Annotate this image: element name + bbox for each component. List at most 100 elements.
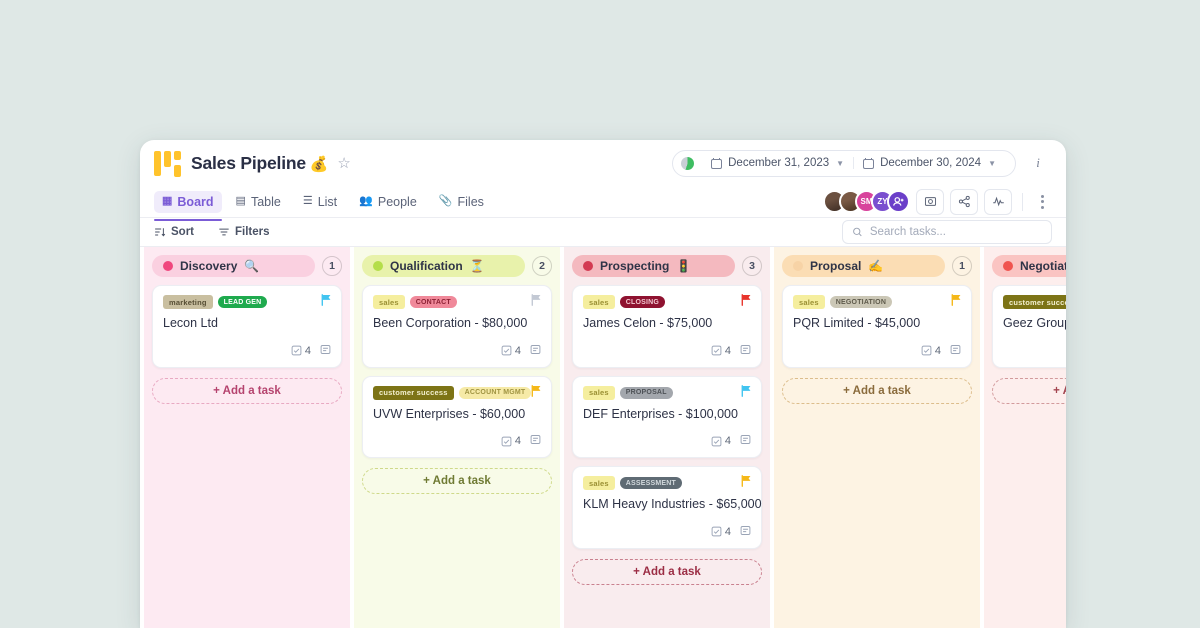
money-bag-icon: 💰 xyxy=(309,155,329,173)
card-tag[interactable]: sales xyxy=(373,295,405,309)
subtask-count: 4 xyxy=(711,345,731,357)
card-tag[interactable]: sales xyxy=(583,476,615,491)
task-card[interactable]: customer success Geez Group 4 xyxy=(992,285,1066,368)
column-emoji-icon: ⏳ xyxy=(469,259,485,273)
task-card[interactable]: sales CONTACT Been Corporation - $80,000 … xyxy=(362,285,552,368)
card-title: Lecon Ltd xyxy=(163,316,218,330)
divider xyxy=(1022,192,1023,211)
info-button[interactable]: i xyxy=(1024,149,1052,177)
task-card[interactable]: sales ASSESSMENT KLM Heavy Industries - $… xyxy=(572,466,762,549)
card-tag-list: customer success xyxy=(1003,295,1066,309)
add-task-button[interactable]: + Add a task xyxy=(992,377,1066,404)
flag-icon[interactable] xyxy=(531,294,542,306)
card-tag[interactable]: CLOSING xyxy=(619,296,666,308)
sort-button[interactable]: Sort xyxy=(154,226,194,238)
tab-files[interactable]: 📎 Files xyxy=(431,191,492,213)
card-tag-list: customer success ACCOUNT MGMT xyxy=(373,385,541,400)
flag-icon[interactable] xyxy=(321,294,332,306)
column-title-pill[interactable]: Prospecting 🚦 xyxy=(572,255,735,277)
board-title-text: Sales Pipeline xyxy=(191,152,306,173)
task-card[interactable]: sales NEGOTIATION PQR Limited - $45,000 4 xyxy=(782,285,972,368)
column-title-pill[interactable]: Proposal ✍️ xyxy=(782,255,945,277)
card-tag[interactable]: ASSESSMENT xyxy=(619,477,683,490)
tab-people-label: People xyxy=(377,194,417,209)
board-column: Negotiation customer success Geez Group … xyxy=(984,247,1066,628)
description-icon xyxy=(530,342,541,360)
sort-label: Sort xyxy=(171,226,194,238)
column-header: Qualification ⏳ 2 xyxy=(362,255,552,277)
status-dot-icon xyxy=(583,261,593,271)
column-emoji-icon: 🚦 xyxy=(676,259,692,273)
task-card[interactable]: marketing LEAD GEN Lecon Ltd 4 xyxy=(152,285,342,368)
card-tag[interactable]: sales xyxy=(583,385,615,400)
favorite-star-icon[interactable]: ☆ xyxy=(337,156,350,171)
subtask-count-value: 4 xyxy=(934,344,941,357)
column-title-pill[interactable]: Discovery 🔍 xyxy=(152,255,315,277)
flag-icon[interactable] xyxy=(951,294,962,306)
column-title-pill[interactable]: Qualification ⏳ xyxy=(362,255,525,277)
card-tag-list: sales CONTACT xyxy=(373,295,541,309)
app-window: Sales Pipeline 💰 ☆ December 31, 2023 ▼ De… xyxy=(140,140,1066,628)
flag-icon[interactable] xyxy=(741,294,752,306)
task-card[interactable]: customer success ACCOUNT MGMT UVW Enterpr… xyxy=(362,375,552,459)
task-card[interactable]: sales PROPOSAL DEF Enterprises - $100,000… xyxy=(572,375,762,459)
tab-table[interactable]: ▤ Table xyxy=(228,191,289,213)
subtask-count-value: 4 xyxy=(514,435,521,448)
chevron-down-icon: ▼ xyxy=(988,158,996,168)
share-button[interactable] xyxy=(950,188,978,215)
card-tag[interactable]: sales xyxy=(793,295,825,309)
calendar-icon xyxy=(711,157,723,169)
start-date-label: December 31, 2023 xyxy=(728,157,830,169)
search-input[interactable] xyxy=(869,226,1042,238)
start-date-picker[interactable]: December 31, 2023 ▼ xyxy=(702,157,853,169)
subtask-count-value: 4 xyxy=(724,525,731,538)
filters-label: Filters xyxy=(235,226,270,238)
subtask-count: 4 xyxy=(291,345,311,357)
subtask-count-value: 4 xyxy=(724,435,731,448)
add-member-button[interactable] xyxy=(887,190,910,213)
gallery-button[interactable] xyxy=(916,188,944,215)
add-task-button[interactable]: + Add a task xyxy=(572,558,762,585)
chevron-down-icon: ▼ xyxy=(836,158,845,168)
tab-people[interactable]: 👥 People xyxy=(351,191,425,213)
card-tag[interactable]: customer success xyxy=(1003,295,1066,309)
task-card[interactable]: sales CLOSING James Celon - $75,000 4 xyxy=(572,285,762,368)
board-column: Qualification ⏳ 2 sales CONTACT Been Corp… xyxy=(354,247,560,628)
card-tag[interactable]: ACCOUNT MGMT xyxy=(458,386,532,399)
paperclip-icon: 📎 xyxy=(438,195,453,207)
more-options-button[interactable] xyxy=(1033,189,1052,215)
board-icon: ▦ xyxy=(162,195,173,207)
end-date-picker[interactable]: December 30, 2024 ▼ xyxy=(853,157,1005,169)
tab-board[interactable]: ▦ Board xyxy=(154,190,222,221)
card-footer: 4 xyxy=(583,432,751,450)
add-task-button[interactable]: + Add a task xyxy=(782,377,972,404)
flag-icon[interactable] xyxy=(741,475,752,488)
app-header: Sales Pipeline 💰 ☆ December 31, 2023 ▼ De… xyxy=(140,140,1066,186)
filters-button[interactable]: Filters xyxy=(218,226,270,238)
description-icon xyxy=(320,342,331,360)
search-box[interactable] xyxy=(842,220,1052,244)
flag-icon[interactable] xyxy=(741,384,752,397)
app-logo-icon xyxy=(154,151,181,177)
column-count-badge: 3 xyxy=(742,256,762,276)
add-task-button[interactable]: + Add a task xyxy=(362,468,552,495)
card-tag[interactable]: NEGOTIATION xyxy=(829,296,893,308)
description-icon xyxy=(740,342,751,360)
column-title-pill[interactable]: Negotiation xyxy=(992,255,1066,277)
activity-button[interactable] xyxy=(984,188,1012,215)
card-title: UVW Enterprises - $60,000 xyxy=(373,406,526,421)
card-tag[interactable]: CONTACT xyxy=(409,296,457,308)
card-tag[interactable]: customer success xyxy=(373,385,454,400)
kanban-board: Discovery 🔍 1 marketing LEAD GEN Lecon Lt… xyxy=(140,247,1066,628)
add-task-button[interactable]: + Add a task xyxy=(152,377,342,404)
card-tag-list: sales CLOSING xyxy=(583,295,751,309)
card-tag[interactable]: marketing xyxy=(163,295,213,309)
tab-list[interactable]: ☰ List xyxy=(295,191,345,213)
column-title: Proposal xyxy=(810,259,862,273)
flag-icon[interactable] xyxy=(531,384,542,397)
card-tag[interactable]: PROPOSAL xyxy=(619,386,673,399)
date-range-group: December 31, 2023 ▼ December 30, 2024 ▼ xyxy=(672,149,1016,177)
board-column: Discovery 🔍 1 marketing LEAD GEN Lecon Lt… xyxy=(144,247,350,628)
card-tag[interactable]: LEAD GEN xyxy=(217,296,268,308)
card-tag[interactable]: sales xyxy=(583,295,615,309)
